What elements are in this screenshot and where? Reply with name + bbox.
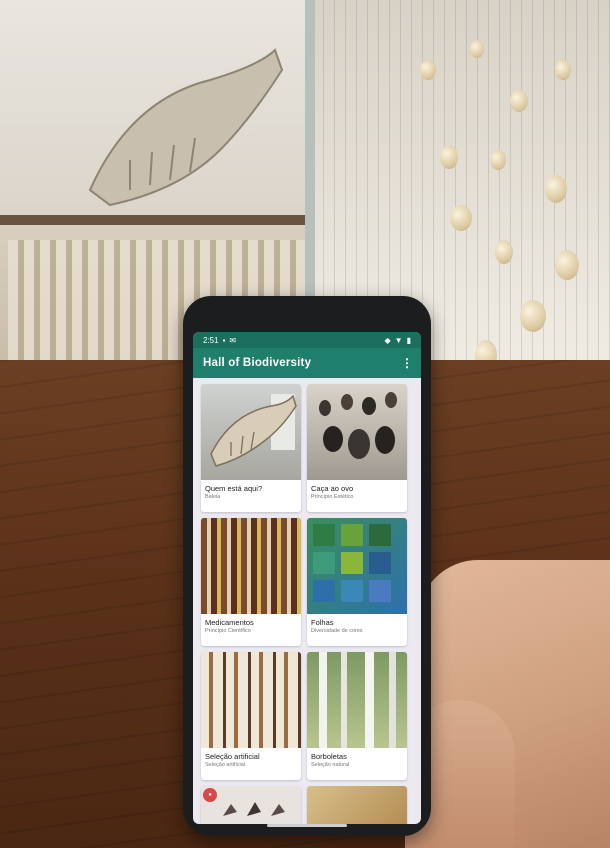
egg bbox=[495, 240, 513, 264]
whale-skeleton-thumbnail bbox=[201, 384, 301, 480]
birds-thumbnail: ● bbox=[201, 786, 301, 824]
whale-skeleton bbox=[88, 48, 284, 207]
egg bbox=[440, 145, 458, 169]
app-bar: Hall of Biodiversity ⋮ bbox=[193, 348, 421, 378]
smartphone: 2:51 ▪ ✉ ◆ ▼ ▮ Hall of Biodiversity ⋮ Qu… bbox=[183, 296, 431, 836]
card-subtitle: Seleção natural bbox=[311, 762, 350, 768]
status-bar: 2:51 ▪ ✉ ◆ ▼ ▮ bbox=[193, 332, 421, 348]
egg bbox=[510, 90, 528, 112]
egg bbox=[490, 150, 506, 170]
card-title: Borboletas bbox=[311, 752, 347, 761]
signal-icon: ◆ bbox=[384, 335, 391, 345]
card-quem-esta-aqui[interactable]: Quem está aqui? Baleia bbox=[201, 384, 301, 512]
wifi-icon: ▼ bbox=[394, 335, 403, 345]
card-title: Quem está aqui? bbox=[205, 484, 263, 493]
egg bbox=[520, 300, 546, 332]
card-caca-ao-ovo[interactable]: Caça ao ovo Princípio Estético bbox=[307, 384, 407, 512]
card-title: Folhas bbox=[311, 618, 334, 627]
activity-grid: Quem está aqui? Baleia Caça ao ovo Princ… bbox=[193, 378, 421, 824]
egg bbox=[470, 40, 484, 58]
medicine-jars-thumbnail bbox=[201, 518, 301, 614]
notification-badge-icon: ▪ bbox=[222, 335, 226, 345]
home-bar[interactable] bbox=[267, 824, 347, 827]
card-subtitle: Princípio Científico bbox=[205, 628, 251, 634]
egg bbox=[545, 175, 567, 203]
card-selecao-artificial[interactable]: Seleção artificial Seleção artificial bbox=[201, 652, 301, 780]
card-partial-birds[interactable]: ● bbox=[201, 786, 301, 824]
card-medicamentos[interactable]: Medicamentos Princípio Científico bbox=[201, 518, 301, 646]
overflow-menu-icon[interactable]: ⋮ bbox=[401, 357, 413, 369]
card-folhas[interactable]: Folhas Diversidade de cores bbox=[307, 518, 407, 646]
egg bbox=[450, 205, 472, 231]
card-subtitle: Seleção artificial bbox=[205, 762, 246, 768]
battery-icon: ▮ bbox=[406, 335, 411, 345]
map-thumbnail bbox=[307, 786, 407, 824]
card-subtitle: Diversidade de cores bbox=[311, 628, 363, 634]
app-title: Hall of Biodiversity bbox=[203, 357, 312, 369]
phone-screen: 2:51 ▪ ✉ ◆ ▼ ▮ Hall of Biodiversity ⋮ Qu… bbox=[193, 332, 421, 824]
card-subtitle: Baleia bbox=[205, 494, 221, 500]
card-title: Caça ao ovo bbox=[311, 484, 354, 493]
egg bbox=[555, 60, 571, 80]
card-title: Seleção artificial bbox=[205, 752, 260, 761]
forest-thumbnail bbox=[307, 652, 407, 748]
notification-badge-icon: ● bbox=[203, 788, 217, 802]
leaves-thumbnail bbox=[307, 518, 407, 614]
glass-case-edge bbox=[305, 0, 315, 300]
eggs-thumbnail bbox=[307, 384, 407, 480]
card-partial-map[interactable] bbox=[307, 786, 407, 824]
mail-icon: ✉ bbox=[229, 335, 237, 345]
egg bbox=[555, 250, 579, 280]
status-time: 2:51 bbox=[203, 335, 219, 345]
artificial-selection-thumbnail bbox=[201, 652, 301, 748]
card-title: Medicamentos bbox=[205, 618, 254, 627]
card-subtitle: Princípio Estético bbox=[311, 494, 354, 500]
card-borboletas[interactable]: Borboletas Seleção natural bbox=[307, 652, 407, 780]
egg bbox=[420, 60, 436, 80]
